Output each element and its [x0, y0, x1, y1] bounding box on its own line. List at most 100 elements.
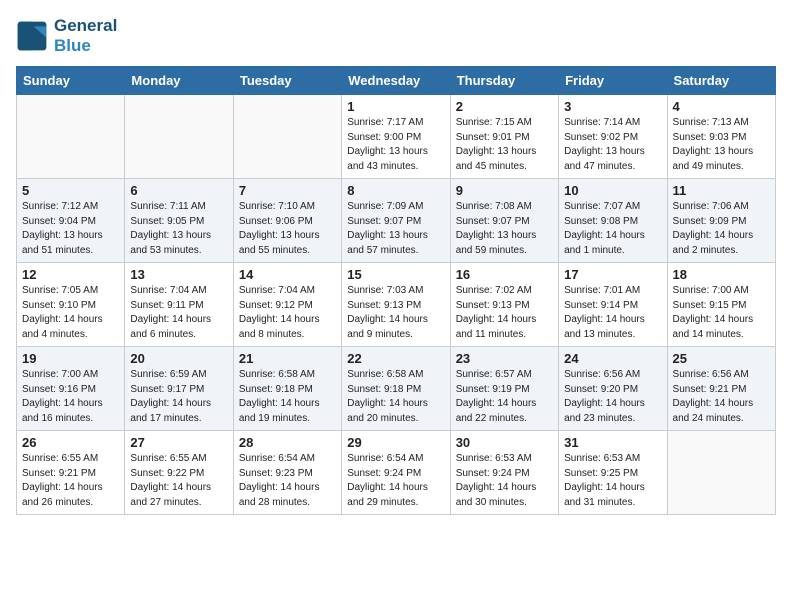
logo: General Blue — [16, 16, 117, 56]
day-info: Sunrise: 7:09 AMSunset: 9:07 PMDaylight:… — [347, 200, 444, 258]
day-info: Sunrise: 7:00 AMSunset: 9:16 PMDaylight:… — [22, 368, 119, 426]
day-number: 21 — [239, 351, 336, 366]
day-number: 19 — [22, 351, 119, 366]
day-info: Sunrise: 7:01 AMSunset: 9:14 PMDaylight:… — [564, 284, 661, 342]
day-info: Sunrise: 6:58 AMSunset: 9:18 PMDaylight:… — [347, 368, 444, 426]
calendar-cell: 20 Sunrise: 6:59 AMSunset: 9:17 PMDayligh… — [125, 347, 233, 431]
calendar-cell: 10 Sunrise: 7:07 AMSunset: 9:08 PMDayligh… — [559, 179, 667, 263]
calendar-header-wednesday: Wednesday — [342, 67, 450, 95]
calendar-cell: 17 Sunrise: 7:01 AMSunset: 9:14 PMDayligh… — [559, 263, 667, 347]
day-number: 30 — [456, 435, 553, 450]
calendar-cell: 26Sunrise: 6:55 AMSunset: 9:21 PMDayligh… — [17, 431, 125, 515]
logo-text: General Blue — [54, 16, 117, 56]
day-number: 20 — [130, 351, 227, 366]
calendar-header-thursday: Thursday — [450, 67, 558, 95]
logo-icon — [16, 20, 48, 52]
calendar-cell: 28 Sunrise: 6:54 AMSunset: 9:23 PMDayligh… — [233, 431, 341, 515]
day-info: Sunrise: 7:10 AMSunset: 9:06 PMDaylight:… — [239, 200, 336, 258]
day-number: 8 — [347, 183, 444, 198]
calendar-cell: 12Sunrise: 7:05 AMSunset: 9:10 PMDayligh… — [17, 263, 125, 347]
calendar-cell — [233, 95, 341, 179]
day-info: Sunrise: 6:54 AMSunset: 9:23 PMDaylight:… — [239, 452, 336, 510]
day-info: Sunrise: 7:07 AMSunset: 9:08 PMDaylight:… — [564, 200, 661, 258]
day-number: 18 — [673, 267, 770, 282]
day-info: Sunrise: 7:14 AMSunset: 9:02 PMDaylight:… — [564, 116, 661, 174]
calendar-cell: 2 Sunrise: 7:15 AMSunset: 9:01 PMDaylight… — [450, 95, 558, 179]
day-info: Sunrise: 6:56 AMSunset: 9:20 PMDaylight:… — [564, 368, 661, 426]
day-number: 10 — [564, 183, 661, 198]
day-info: Sunrise: 6:53 AMSunset: 9:25 PMDaylight:… — [564, 452, 661, 510]
day-number: 17 — [564, 267, 661, 282]
day-number: 14 — [239, 267, 336, 282]
calendar-cell: 18 Sunrise: 7:00 AMSunset: 9:15 PMDayligh… — [667, 263, 775, 347]
day-info: Sunrise: 7:03 AMSunset: 9:13 PMDaylight:… — [347, 284, 444, 342]
calendar-cell: 14 Sunrise: 7:04 AMSunset: 9:12 PMDayligh… — [233, 263, 341, 347]
calendar-cell: 30 Sunrise: 6:53 AMSunset: 9:24 PMDayligh… — [450, 431, 558, 515]
calendar-header-sunday: Sunday — [17, 67, 125, 95]
day-number: 28 — [239, 435, 336, 450]
day-info: Sunrise: 7:04 AMSunset: 9:11 PMDaylight:… — [130, 284, 227, 342]
day-number: 4 — [673, 99, 770, 114]
day-number: 3 — [564, 99, 661, 114]
day-info: Sunrise: 7:17 AMSunset: 9:00 PMDaylight:… — [347, 116, 444, 174]
calendar-header-saturday: Saturday — [667, 67, 775, 95]
calendar-cell: 15 Sunrise: 7:03 AMSunset: 9:13 PMDayligh… — [342, 263, 450, 347]
calendar-cell: 22 Sunrise: 6:58 AMSunset: 9:18 PMDayligh… — [342, 347, 450, 431]
day-number: 23 — [456, 351, 553, 366]
day-info: Sunrise: 6:59 AMSunset: 9:17 PMDaylight:… — [130, 368, 227, 426]
day-number: 1 — [347, 99, 444, 114]
day-info: Sunrise: 7:04 AMSunset: 9:12 PMDaylight:… — [239, 284, 336, 342]
day-info: Sunrise: 7:08 AMSunset: 9:07 PMDaylight:… — [456, 200, 553, 258]
calendar-header-tuesday: Tuesday — [233, 67, 341, 95]
calendar-cell — [17, 95, 125, 179]
day-number: 22 — [347, 351, 444, 366]
day-number: 11 — [673, 183, 770, 198]
day-info: Sunrise: 7:05 AMSunset: 9:10 PMDaylight:… — [22, 284, 119, 342]
day-info: Sunrise: 7:00 AMSunset: 9:15 PMDaylight:… — [673, 284, 770, 342]
day-number: 25 — [673, 351, 770, 366]
calendar-cell: 11 Sunrise: 7:06 AMSunset: 9:09 PMDayligh… — [667, 179, 775, 263]
calendar-cell: 6Sunrise: 7:11 AMSunset: 9:05 PMDaylight… — [125, 179, 233, 263]
day-number: 24 — [564, 351, 661, 366]
day-number: 31 — [564, 435, 661, 450]
calendar-cell: 9 Sunrise: 7:08 AMSunset: 9:07 PMDaylight… — [450, 179, 558, 263]
day-info: Sunrise: 6:55 AMSunset: 9:22 PMDaylight:… — [130, 452, 227, 510]
day-number: 2 — [456, 99, 553, 114]
day-number: 15 — [347, 267, 444, 282]
calendar-cell: 1 Sunrise: 7:17 AMSunset: 9:00 PMDaylight… — [342, 95, 450, 179]
calendar-table: SundayMondayTuesdayWednesdayThursdayFrid… — [16, 66, 776, 515]
day-number: 5 — [22, 183, 119, 198]
day-info: Sunrise: 6:56 AMSunset: 9:21 PMDaylight:… — [673, 368, 770, 426]
calendar-cell — [125, 95, 233, 179]
day-info: Sunrise: 7:12 AMSunset: 9:04 PMDaylight:… — [22, 200, 119, 258]
day-info: Sunrise: 7:13 AMSunset: 9:03 PMDaylight:… — [673, 116, 770, 174]
calendar-cell: 19 Sunrise: 7:00 AMSunset: 9:16 PMDayligh… — [17, 347, 125, 431]
day-number: 13 — [130, 267, 227, 282]
calendar-cell: 7Sunrise: 7:10 AMSunset: 9:06 PMDaylight… — [233, 179, 341, 263]
day-info: Sunrise: 7:02 AMSunset: 9:13 PMDaylight:… — [456, 284, 553, 342]
day-info: Sunrise: 6:57 AMSunset: 9:19 PMDaylight:… — [456, 368, 553, 426]
calendar-cell: 16Sunrise: 7:02 AMSunset: 9:13 PMDayligh… — [450, 263, 558, 347]
calendar-cell: 4 Sunrise: 7:13 AMSunset: 9:03 PMDaylight… — [667, 95, 775, 179]
day-number: 29 — [347, 435, 444, 450]
calendar-header-row: SundayMondayTuesdayWednesdayThursdayFrid… — [17, 67, 776, 95]
calendar-cell: 23 Sunrise: 6:57 AMSunset: 9:19 PMDayligh… — [450, 347, 558, 431]
calendar-week-row: 26Sunrise: 6:55 AMSunset: 9:21 PMDayligh… — [17, 431, 776, 515]
calendar-cell: 5 Sunrise: 7:12 AMSunset: 9:04 PMDaylight… — [17, 179, 125, 263]
calendar-cell — [667, 431, 775, 515]
day-info: Sunrise: 7:06 AMSunset: 9:09 PMDaylight:… — [673, 200, 770, 258]
calendar-cell: 25 Sunrise: 6:56 AMSunset: 9:21 PMDayligh… — [667, 347, 775, 431]
calendar-cell: 27 Sunrise: 6:55 AMSunset: 9:22 PMDayligh… — [125, 431, 233, 515]
calendar-week-row: 5 Sunrise: 7:12 AMSunset: 9:04 PMDaylight… — [17, 179, 776, 263]
day-number: 27 — [130, 435, 227, 450]
calendar-week-row: 1 Sunrise: 7:17 AMSunset: 9:00 PMDaylight… — [17, 95, 776, 179]
day-info: Sunrise: 6:53 AMSunset: 9:24 PMDaylight:… — [456, 452, 553, 510]
day-number: 9 — [456, 183, 553, 198]
day-number: 6 — [130, 183, 227, 198]
calendar-header-friday: Friday — [559, 67, 667, 95]
calendar-cell: 31 Sunrise: 6:53 AMSunset: 9:25 PMDayligh… — [559, 431, 667, 515]
calendar-cell: 29Sunrise: 6:54 AMSunset: 9:24 PMDayligh… — [342, 431, 450, 515]
calendar-week-row: 19 Sunrise: 7:00 AMSunset: 9:16 PMDayligh… — [17, 347, 776, 431]
day-info: Sunrise: 7:15 AMSunset: 9:01 PMDaylight:… — [456, 116, 553, 174]
day-info: Sunrise: 6:58 AMSunset: 9:18 PMDaylight:… — [239, 368, 336, 426]
